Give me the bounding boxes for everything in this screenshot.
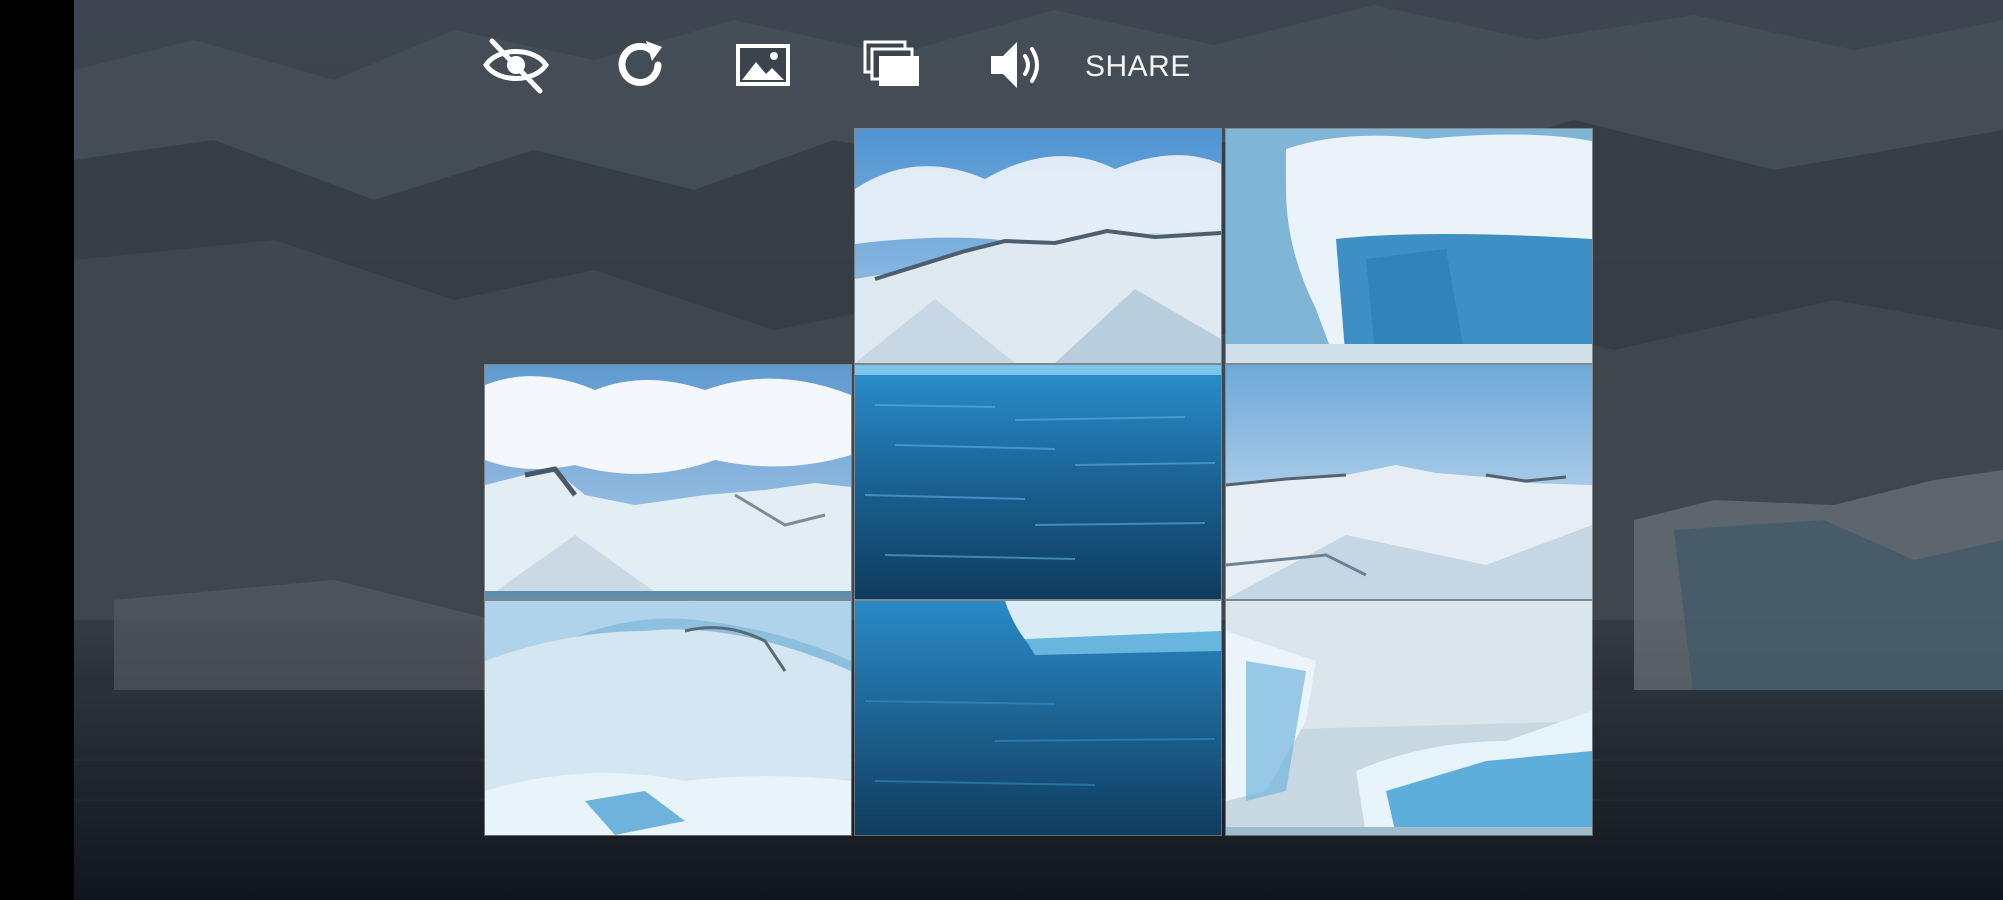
puzzle-tile-iceberg-block[interactable] — [1225, 128, 1593, 364]
puzzle-tile-open-water[interactable] — [854, 364, 1222, 600]
speaker-icon — [991, 42, 1039, 88]
top-toolbar: SHARE — [0, 28, 2003, 102]
gallery-button[interactable] — [862, 28, 922, 102]
puzzle-tile-sky-snow-range[interactable] — [1225, 364, 1593, 600]
hide-preview-button[interactable] — [480, 28, 552, 102]
show-image-button[interactable] — [732, 28, 794, 102]
sound-button[interactable] — [986, 28, 1046, 102]
puzzle-tile-water-ice-edge[interactable] — [854, 600, 1222, 836]
reload-button[interactable] — [610, 28, 670, 102]
gallery-stack-icon — [863, 40, 919, 86]
puzzle-tile-sky-snow-ridge[interactable] — [854, 128, 1222, 364]
puzzle-tile-glacier-slope[interactable] — [484, 600, 852, 836]
eye-off-icon — [482, 38, 550, 94]
puzzle-tile-ice-field-blocks[interactable] — [1225, 600, 1593, 836]
image-icon — [736, 44, 790, 86]
share-button[interactable]: SHARE — [1085, 50, 1191, 84]
left-edge-bar — [0, 0, 74, 900]
reload-icon — [618, 41, 662, 86]
puzzle-tile-clouds-snow-peaks[interactable] — [484, 364, 852, 600]
